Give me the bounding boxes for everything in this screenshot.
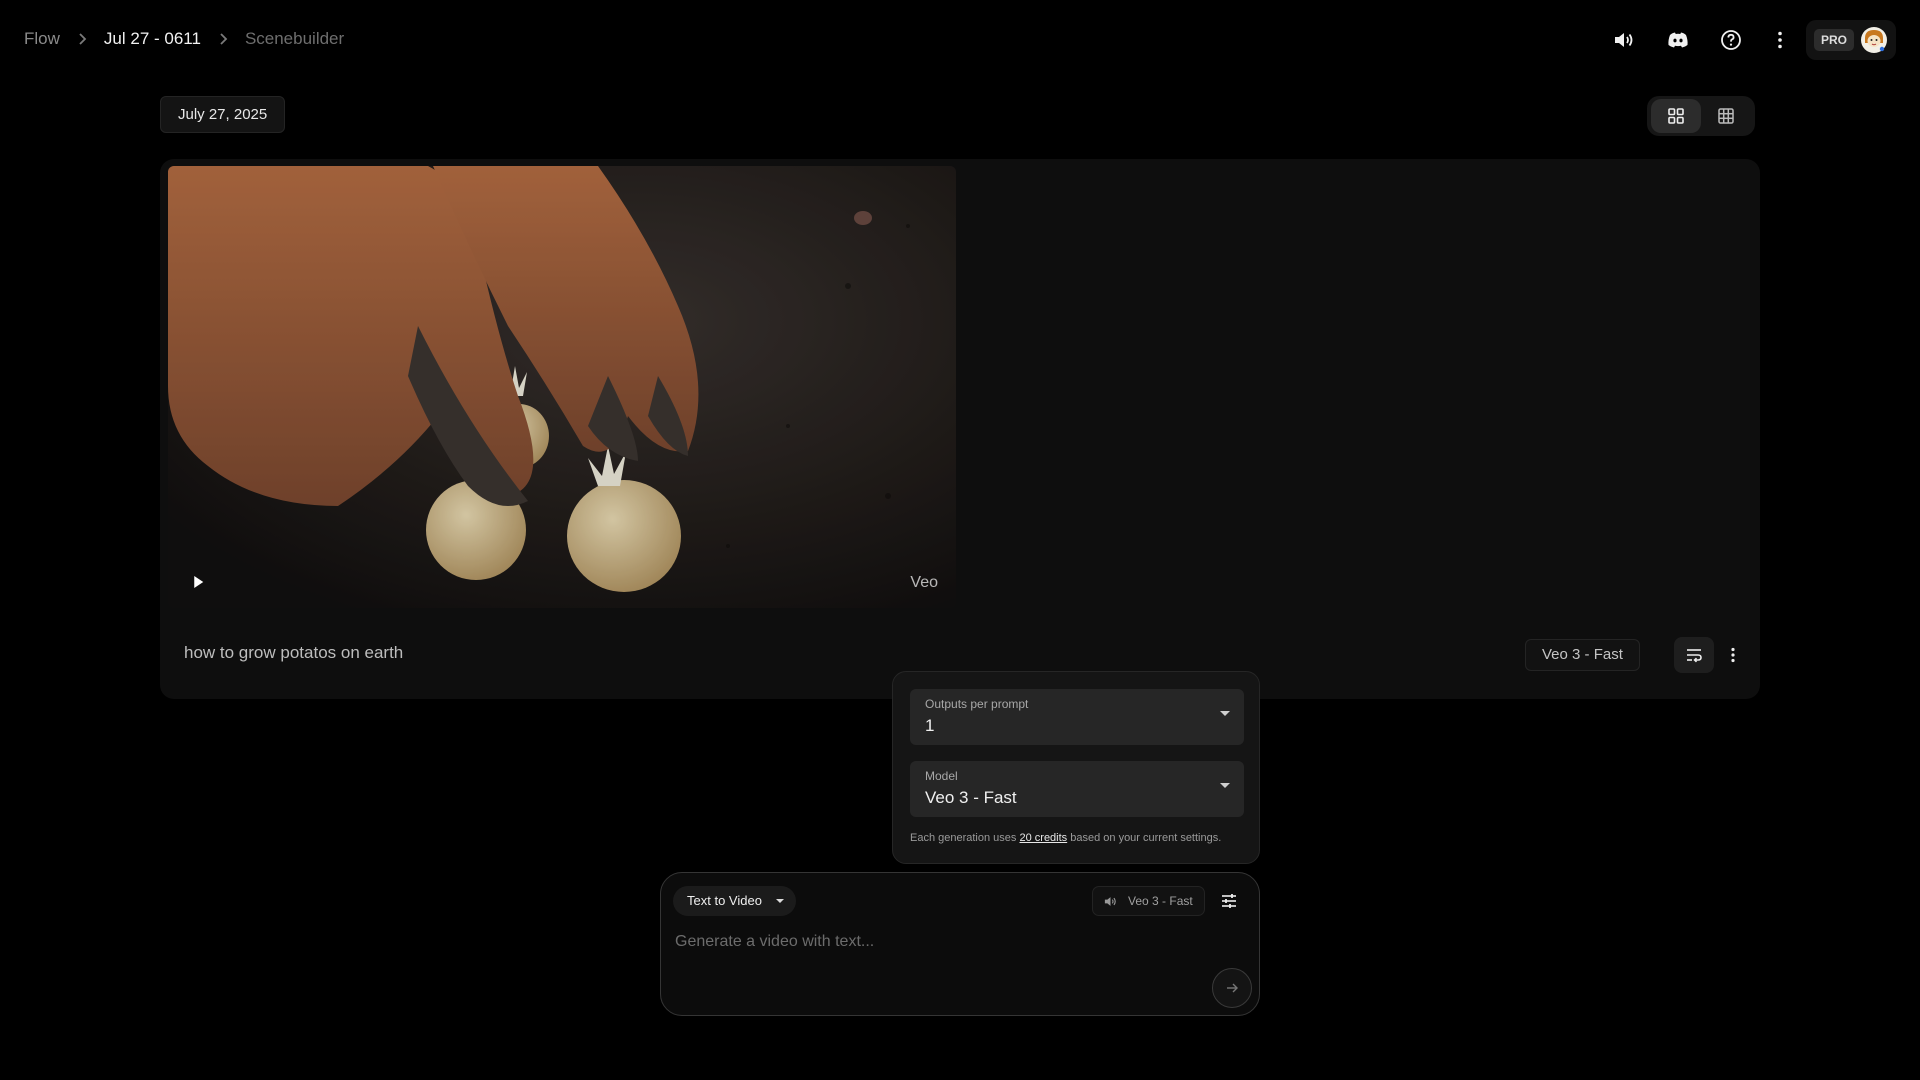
- more-vert-icon: [1731, 647, 1735, 663]
- credits-note: Each generation uses 20 credits based on…: [910, 832, 1221, 844]
- composer-model-label: Veo 3 - Fast: [1128, 894, 1193, 908]
- arrow-right-icon: [1227, 983, 1238, 993]
- discord-button[interactable]: [1656, 18, 1700, 62]
- outputs-label: Outputs per prompt: [925, 697, 1029, 711]
- prompt-composer: Text to Video Veo 3 - Fast: [660, 872, 1260, 1016]
- volume-button[interactable]: [1602, 18, 1646, 62]
- account-area[interactable]: PRO: [1806, 20, 1896, 60]
- grid-large-icon: [1668, 108, 1684, 124]
- view-grid-small-button[interactable]: [1701, 99, 1751, 133]
- wrap-text-icon: [1687, 649, 1702, 663]
- help-button[interactable]: [1709, 18, 1753, 62]
- prompt-text: how to grow potatos on earth: [184, 643, 404, 662]
- veo-watermark: Veo: [910, 574, 938, 591]
- breadcrumb-project[interactable]: Jul 27 - 0611: [104, 29, 201, 49]
- credits-note-prefix: Each generation uses: [910, 832, 1017, 844]
- grid-small-icon: [1718, 108, 1734, 124]
- mode-select[interactable]: Text to Video: [673, 886, 796, 916]
- play-icon: [194, 576, 204, 588]
- result-card: Veo how to grow potatos on earth Veo 3 -…: [160, 159, 1760, 699]
- card-more-button[interactable]: [1713, 637, 1753, 673]
- top-bar: Flow Jul 27 - 0611 Scenebuilder PRO: [0, 0, 1920, 78]
- credits-note-suffix: based on your current settings.: [1070, 832, 1222, 844]
- discord-icon: [1668, 32, 1688, 48]
- breadcrumb-scenebuilder[interactable]: Scenebuilder: [245, 29, 344, 49]
- date-chip: July 27, 2025: [160, 96, 286, 133]
- play-button[interactable]: [186, 570, 210, 594]
- volume-icon: [1615, 33, 1633, 47]
- volume-icon: [1104, 896, 1116, 906]
- view-toggle: [1647, 96, 1755, 136]
- help-icon: [1721, 30, 1741, 50]
- caret-down-icon: [1220, 783, 1230, 788]
- breadcrumb-flow[interactable]: Flow: [24, 29, 60, 49]
- breadcrumb: Flow Jul 27 - 0611 Scenebuilder: [24, 28, 344, 50]
- reuse-prompt-button[interactable]: [1674, 637, 1714, 673]
- model-chip: Veo 3 - Fast: [1525, 639, 1640, 671]
- more-vert-icon: [1778, 31, 1782, 49]
- credits-link[interactable]: 20 credits: [1019, 832, 1067, 844]
- model-select[interactable]: Model Veo 3 - Fast: [910, 761, 1244, 817]
- avatar[interactable]: [1860, 26, 1888, 54]
- more-options-button[interactable]: [1758, 18, 1802, 62]
- pro-badge: PRO: [1814, 29, 1855, 51]
- model-value: Veo 3 - Fast: [925, 788, 1017, 807]
- caret-down-icon: [775, 899, 784, 903]
- outputs-per-prompt-select[interactable]: Outputs per prompt 1: [910, 689, 1244, 745]
- mode-label: Text to Video: [687, 893, 762, 908]
- video-thumbnail: [168, 166, 956, 608]
- send-button[interactable]: [1212, 968, 1252, 1008]
- outputs-value: 1: [925, 716, 935, 735]
- chevron-right-icon: [68, 28, 96, 50]
- prompt-input[interactable]: [675, 928, 1235, 956]
- settings-toggle-button[interactable]: [1214, 886, 1244, 916]
- tune-icon: [1222, 894, 1236, 908]
- caret-down-icon: [1220, 711, 1230, 716]
- view-grid-large-button[interactable]: [1651, 99, 1701, 133]
- video-player[interactable]: Veo: [168, 166, 956, 608]
- model-label: Model: [925, 769, 958, 783]
- generation-settings-panel: Outputs per prompt 1 Model Veo 3 - Fast …: [892, 671, 1260, 864]
- chevron-right-icon: [209, 28, 237, 50]
- composer-model-chip[interactable]: Veo 3 - Fast: [1092, 886, 1205, 916]
